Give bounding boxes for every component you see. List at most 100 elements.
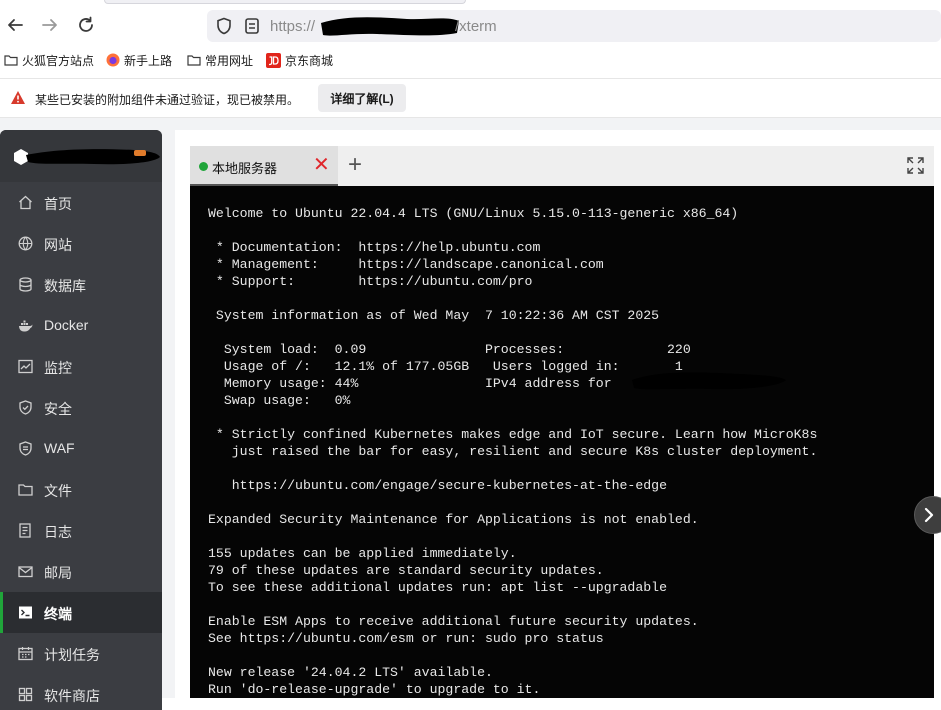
tracking-shield-icon[interactable]	[215, 17, 233, 35]
sidebar-item-docker[interactable]: Docker	[0, 305, 162, 346]
sidebar-item-label: 安全	[44, 401, 72, 417]
waf-shield-icon	[19, 441, 32, 456]
sidebar-item-label: 监控	[44, 360, 72, 376]
sidebar-item-home[interactable]: 首页	[0, 182, 162, 223]
sidebar-item-waf[interactable]: WAF	[0, 428, 162, 469]
store-icon	[18, 687, 33, 702]
bookmark-label: 京东商城	[285, 53, 334, 68]
terminal-line: Run 'do-release-upgrade' to upgrade to i…	[208, 682, 541, 697]
terminal-line: Enable ESM Apps to receive additional fu…	[208, 614, 699, 629]
warning-icon	[11, 91, 25, 104]
terminal-line: * Support: https://ubuntu.com/pro	[208, 274, 533, 289]
url-path: /xterm	[455, 18, 497, 35]
sidebar-item-label: 文件	[44, 483, 72, 499]
fullscreen-icon[interactable]	[907, 157, 924, 174]
sidebar-logo-area	[0, 130, 162, 182]
bookmarks-toolbar: 火狐官方站点 新手上路 常用网址 京东商城	[0, 46, 941, 74]
sidebar-item-security[interactable]: 安全	[0, 387, 162, 428]
bookmark-item[interactable]: 京东商城	[266, 51, 333, 69]
home-icon	[19, 195, 32, 210]
sidebar-item-label: 首页	[44, 196, 72, 212]
reload-button[interactable]	[73, 12, 99, 38]
ip-redaction	[632, 372, 786, 390]
sidebar-item-files[interactable]: 文件	[0, 469, 162, 510]
bookmark-label: 常用网址	[205, 53, 254, 68]
terminal-line: New release '24.04.2 LTS' available.	[208, 665, 493, 680]
warning-message: 某些已安装的附加组件未通过验证，现已被禁用。	[35, 93, 300, 107]
sidebar-item-mail[interactable]: 邮局	[0, 551, 162, 592]
terminal-line: 155 updates can be applied immediately.	[208, 546, 517, 561]
panel-page: 首页 网站 数据库 Docker 监控 安全 WAF 文件 日志 邮局 终端 计…	[0, 118, 941, 710]
terminal-line: * Strictly confined Kubernetes makes edg…	[208, 427, 818, 442]
site-permissions-icon[interactable]	[243, 17, 261, 35]
sidebar-item-label: 计划任务	[44, 647, 100, 663]
bookmark-item[interactable]: 火狐官方站点	[4, 51, 94, 69]
close-tab-icon[interactable]: ✕	[313, 154, 330, 176]
address-bar[interactable]: https:// /xterm	[207, 10, 941, 42]
back-arrow-icon	[8, 19, 23, 31]
terminal-line: Welcome to Ubuntu 22.04.4 LTS (GNU/Linux…	[208, 206, 739, 221]
bookmark-label: 火狐官方站点	[22, 53, 95, 68]
sidebar-item-store[interactable]: 软件商店	[0, 674, 162, 710]
sidebar-item-monitor[interactable]: 监控	[0, 346, 162, 387]
sidebar: 首页 网站 数据库 Docker 监控 安全 WAF 文件 日志 邮局 终端 计…	[0, 130, 162, 710]
terminal-line: 79 of these updates are standard securit…	[208, 563, 604, 578]
log-icon	[19, 523, 31, 538]
terminal-line: System load: 0.09 Processes: 220	[208, 342, 691, 357]
sidebar-item-logs[interactable]: 日志	[0, 510, 162, 551]
terminal-line: System information as of Wed May 7 10:22…	[208, 308, 660, 323]
terminal-line: To see these additional updates run: apt…	[208, 580, 667, 595]
bookmark-item[interactable]: 常用网址	[187, 51, 253, 69]
terminal-tab-label: 本地服务器	[212, 161, 278, 176]
terminal-line: just raised the bar for easy, resilient …	[208, 444, 818, 459]
sidebar-item-label: 终端	[44, 606, 72, 622]
terminal-line: See https://ubuntu.com/esm or run: sudo …	[208, 631, 604, 646]
sidebar-item-cron[interactable]: 计划任务	[0, 633, 162, 674]
server-name-redaction	[26, 149, 160, 165]
chevron-right-icon	[924, 507, 934, 523]
bookmark-label: 新手上路	[124, 53, 173, 68]
url-prefix: https://	[270, 18, 316, 35]
mail-icon	[18, 566, 33, 578]
monitor-icon	[18, 359, 33, 374]
forward-button[interactable]	[37, 12, 63, 38]
shield-icon	[19, 400, 32, 415]
sidebar-item-website[interactable]: 网站	[0, 223, 162, 264]
terminal-output[interactable]: Welcome to Ubuntu 22.04.4 LTS (GNU/Linux…	[190, 186, 934, 698]
back-button[interactable]	[2, 12, 28, 38]
url-redaction	[321, 17, 459, 36]
folder-icon	[187, 55, 201, 66]
folder-icon	[4, 55, 18, 66]
sidebar-item-label: 软件商店	[44, 688, 100, 704]
terminal-icon	[19, 606, 32, 619]
connected-status-dot	[199, 162, 208, 171]
terminal-line: https://ubuntu.com/engage/secure-kuberne…	[208, 478, 667, 493]
sidebar-item-terminal[interactable]: 终端	[0, 592, 162, 633]
browser-navbar: https:// /xterm	[0, 4, 941, 46]
sidebar-item-database[interactable]: 数据库	[0, 264, 162, 305]
database-icon	[19, 277, 32, 292]
terminal-line: * Documentation: https://help.ubuntu.com	[208, 240, 541, 255]
calendar-icon	[18, 647, 33, 661]
addon-warning-bar: 某些已安装的附加组件未通过验证，现已被禁用。 详细了解(L)	[0, 78, 941, 118]
bookmark-item[interactable]: 新手上路	[106, 51, 172, 69]
sidebar-item-label: 日志	[44, 524, 72, 540]
learn-more-button[interactable]: 详细了解(L)	[318, 84, 406, 112]
sidebar-item-label: 邮局	[44, 565, 72, 581]
globe-icon	[18, 236, 33, 251]
sidebar-item-label: WAF	[44, 440, 75, 456]
sidebar-item-label: 网站	[44, 237, 72, 253]
docker-icon	[19, 320, 33, 332]
jd-icon	[266, 52, 281, 68]
sidebar-item-label: 数据库	[44, 278, 86, 294]
terminal-tab[interactable]: 本地服务器 ✕	[190, 146, 338, 186]
forward-arrow-icon	[42, 19, 57, 31]
add-tab-button[interactable]: +	[348, 152, 362, 178]
